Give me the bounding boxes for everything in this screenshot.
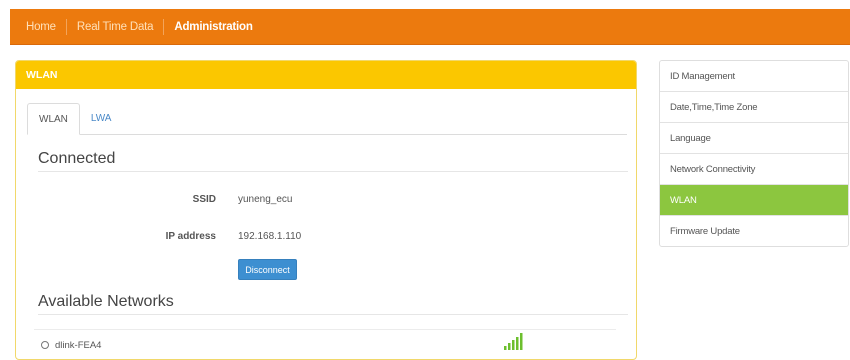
sidebar-item-wlan[interactable]: WLAN [660,185,848,216]
sidebar-item-language[interactable]: Language [660,123,848,154]
top-navigation: Home Real Time Data Administration [10,9,850,45]
sidebar-item-date-time[interactable]: Date,Time,Time Zone [660,92,848,123]
sidebar-item-id-management[interactable]: ID Management [660,61,848,92]
divider [38,171,628,172]
panel-tabs: WLAN LWA [27,103,627,135]
list-item[interactable]: dlink-FEA4 [34,329,616,360]
panel-title: WLAN [16,61,636,89]
disconnect-button[interactable]: Disconnect [238,259,297,280]
ip-address-label: IP address [165,231,216,242]
sidebar-item-firmware-update[interactable]: Firmware Update [660,216,848,246]
sidebar-item-network-connectivity[interactable]: Network Connectivity [660,154,848,185]
nav-administration[interactable]: Administration [164,9,262,44]
signal-bars-icon [504,333,523,350]
ssid-value: yuneng_ecu [238,194,293,205]
network-radio[interactable] [41,341,49,349]
ip-address-value: 192.168.1.110 [238,231,302,242]
tab-wlan[interactable]: WLAN [27,103,80,135]
divider [38,314,628,315]
connected-heading: Connected [38,150,116,167]
nav-home[interactable]: Home [10,9,66,44]
available-networks-heading: Available Networks [38,293,174,310]
ssid-label: SSID [192,194,216,205]
nav-real-time-data[interactable]: Real Time Data [67,9,163,44]
tab-lwa[interactable]: LWA [80,103,123,134]
wlan-panel: WLAN WLAN LWA Connected SSID yuneng_ecu … [15,60,637,360]
admin-side-menu: ID Management Date,Time,Time Zone Langua… [659,60,849,247]
